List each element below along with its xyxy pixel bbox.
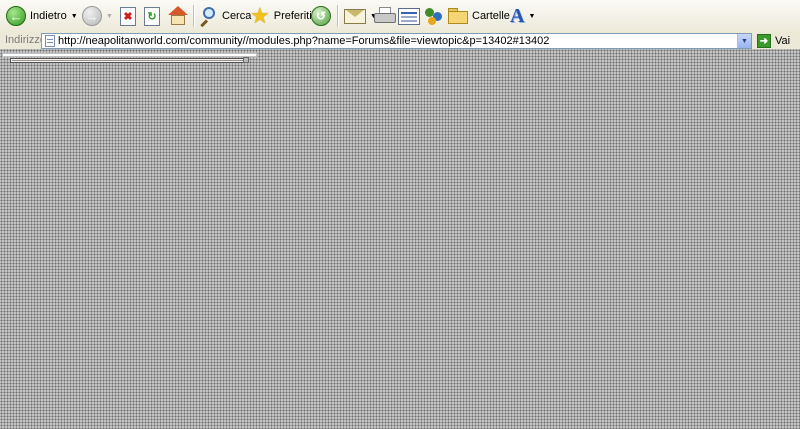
favorites-button[interactable]: ★ Preferiti	[250, 3, 312, 29]
stop-icon: ✖	[120, 6, 136, 26]
address-bar: Indirizzo http://neapolitanworld.com/com…	[0, 33, 800, 49]
print-icon	[374, 7, 396, 25]
stop-button[interactable]: ✖	[120, 3, 136, 29]
scroll-track[interactable]	[10, 58, 248, 63]
back-icon: ←	[6, 6, 26, 26]
folders-label: Cartelle	[472, 10, 510, 22]
folders-button[interactable]: Cartelle	[448, 3, 510, 29]
search-button[interactable]: Cerca	[198, 3, 251, 29]
address-dropdown-icon[interactable]: ▼	[737, 34, 751, 48]
font-dropdown-icon[interactable]: ▼	[528, 13, 535, 20]
messenger-icon	[424, 6, 444, 26]
toolbar-separator	[337, 5, 339, 27]
back-label: Indietro	[30, 10, 67, 22]
home-button[interactable]	[168, 3, 188, 29]
favorites-label: Preferiti	[273, 10, 312, 22]
address-url[interactable]: http://neapolitanworld.com/community//mo…	[58, 35, 737, 47]
widget-top-bar	[2, 53, 257, 57]
folders-icon	[448, 8, 468, 24]
refresh-icon: ↻	[144, 6, 160, 26]
page-content	[0, 49, 800, 429]
mail-icon	[344, 8, 366, 24]
scroll-thumb[interactable]	[243, 57, 249, 63]
history-button[interactable]: ↺	[311, 3, 331, 29]
search-label: Cerca	[222, 10, 252, 22]
font-button[interactable]: A ▼	[510, 3, 535, 29]
browser-toolbar: ← Indietro ▼ → ▼ ✖ ↻ Cerca ★ Preferiti ↺…	[0, 0, 800, 34]
back-dropdown-icon[interactable]: ▼	[71, 13, 78, 20]
toolbar-separator	[193, 5, 195, 27]
address-input[interactable]: http://neapolitanworld.com/community//mo…	[41, 33, 752, 49]
refresh-button[interactable]: ↻	[144, 3, 160, 29]
edit-button[interactable]	[398, 3, 420, 29]
back-button[interactable]: ← Indietro ▼	[6, 3, 78, 29]
go-arrow-icon: ➜	[757, 34, 771, 48]
go-label: Vai	[775, 35, 791, 47]
horizontal-scroll-widget[interactable]	[2, 53, 257, 63]
address-label: Indirizzo	[5, 34, 46, 46]
font-icon: A	[510, 5, 525, 27]
history-icon: ↺	[311, 6, 331, 26]
go-button[interactable]: ➜ Vai	[757, 33, 790, 49]
mail-button[interactable]: ▼	[344, 3, 377, 29]
forward-button[interactable]: → ▼	[82, 3, 113, 29]
forward-icon: →	[82, 6, 102, 26]
edit-icon	[398, 7, 420, 25]
forward-dropdown-icon[interactable]: ▼	[106, 13, 113, 20]
page-icon	[45, 35, 55, 47]
favorites-icon: ★	[250, 3, 270, 28]
messenger-button[interactable]	[424, 3, 444, 29]
home-icon	[168, 6, 188, 26]
print-button[interactable]	[374, 3, 396, 29]
search-icon	[198, 6, 218, 28]
